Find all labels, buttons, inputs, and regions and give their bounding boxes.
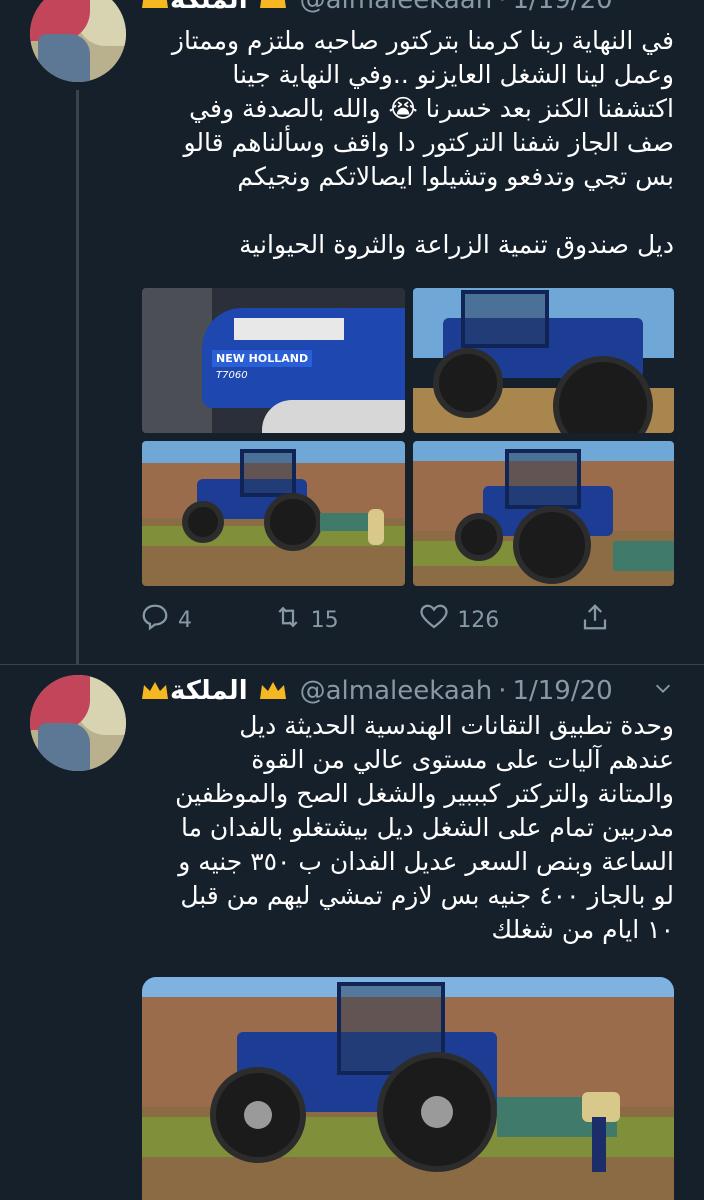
display-name[interactable]: الملكة (170, 676, 248, 706)
tweet-line: والمتانة والتركتر كبببير والشغل الصح وال… (175, 779, 674, 808)
like-icon (419, 602, 449, 638)
thread-line (76, 90, 79, 665)
tweet-line: اكتشفنا الكنز بعد خسرنا 😭 والله بالصدفة … (189, 94, 674, 123)
display-name[interactable]: الملكة (170, 0, 248, 15)
crown-icon (140, 0, 170, 12)
tweet-header: الملكة @almaleekaah · 1/19/20 (140, 0, 674, 20)
handle[interactable]: @almaleekaah (300, 676, 493, 706)
reply-icon (140, 602, 170, 638)
tweet-line: في النهاية ربنا كرمنا بتركتور صاحبه ملتز… (171, 26, 674, 55)
avatar[interactable] (30, 0, 126, 82)
tweet-line: وعمل لينا الشغل العايزنو ..وفي النهاية ج… (232, 60, 674, 89)
share-icon (580, 602, 610, 638)
tweet-photo-3[interactable] (142, 441, 405, 586)
tweet-line: لو بالجاز ٤٠٠ جنيه بس لازم تمشي ليهم من … (180, 881, 674, 910)
retweet-icon (273, 602, 303, 638)
tweet-date[interactable]: 1/19/20 (512, 0, 612, 15)
tweet-photo[interactable] (142, 977, 674, 1200)
tweet-photo-1[interactable]: NEW HOLLAND T7060 (142, 288, 405, 433)
tweet-line: وحدة تطبيق التقانات الهندسية الحديثة ديل (239, 711, 674, 740)
retweet-button[interactable]: 15 (273, 602, 339, 638)
handle[interactable]: @almaleekaah (300, 0, 493, 15)
avatar[interactable] (30, 675, 126, 771)
tweet-photo-2[interactable] (413, 288, 674, 433)
tweet-1[interactable]: الملكة @almaleekaah · 1/19/20 في النهاية… (0, 0, 704, 665)
share-button[interactable] (580, 602, 610, 638)
chevron-down-icon[interactable] (652, 677, 674, 705)
brand-label: NEW HOLLAND (212, 350, 313, 367)
tweet-photo-4[interactable] (413, 441, 674, 586)
like-button[interactable]: 126 (419, 602, 499, 638)
tweet-text: وحدة تطبيق التقانات الهندسية الحديثة ديل… (140, 709, 674, 947)
tweet-text: في النهاية ربنا كرمنا بتركتور صاحبه ملتز… (140, 24, 674, 262)
crown-icon (258, 0, 288, 12)
tweet-line: صف الجاز شفنا التركتور دا واقف وسألناهم … (183, 128, 674, 157)
tweet-line: بس تجي وتدفعو وتشيلوا ايصالاتكم ونجيكم (237, 162, 674, 191)
tweet-line: ١٠ ايام من شغلك (491, 915, 674, 944)
retweet-count: 15 (310, 607, 339, 633)
tweet-line: ديل صندوق تنمية الزراعة والثروة الحيواني… (239, 230, 674, 259)
tweet-line: عندهم آليات على مستوى عالي من القوة (251, 745, 674, 774)
tweet-actions: 4 15 126 (140, 600, 610, 640)
crown-icon (140, 679, 170, 703)
reply-button[interactable]: 4 (140, 602, 192, 638)
tweet-date[interactable]: 1/19/20 (512, 676, 612, 706)
tweet-2[interactable]: الملكة @almaleekaah · 1/19/20 وحدة تطبيق… (0, 665, 704, 1200)
crown-icon (258, 679, 288, 703)
like-count: 126 (457, 607, 500, 633)
tweet-line: الساعة وبنص السعر عديل الفدان ب ٣٥٠ جنيه… (178, 847, 674, 876)
tweet-header: الملكة @almaleekaah · 1/19/20 (140, 671, 674, 711)
reply-count: 4 (178, 607, 192, 633)
model-label: T7060 (216, 370, 248, 381)
tweet-line: مدربين تمام على الشغل ديل بيشتغلو بالفدا… (180, 813, 674, 842)
